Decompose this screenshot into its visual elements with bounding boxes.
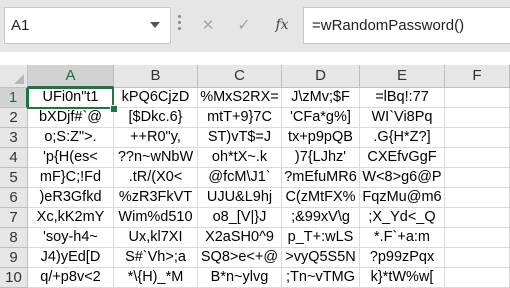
cell-d5[interactable]: ?mEfuMR6: [282, 168, 360, 188]
cell-d9[interactable]: >vyQ5S5N: [282, 248, 360, 268]
column-header-c[interactable]: C: [198, 65, 282, 88]
cell-c9[interactable]: SQ8>e<+@: [198, 248, 282, 268]
cell-c10[interactable]: B*n~ylvg: [198, 268, 282, 288]
cell-e10[interactable]: k}*tW%w[: [360, 268, 445, 288]
cell-e2[interactable]: WI`Vi8Pq: [360, 108, 445, 128]
formula-bar-grip-dot: [178, 15, 181, 18]
cell-b2[interactable]: [$Dkc.6}: [114, 108, 198, 128]
row-header-1[interactable]: 1: [0, 88, 28, 108]
cell-a2[interactable]: bXDjf#`@: [28, 108, 114, 128]
cell-a7[interactable]: Xc,kK2mY: [28, 208, 114, 228]
cell-a9[interactable]: J4)yEd[D: [28, 248, 114, 268]
cell-c8[interactable]: X2aSH0^9: [198, 228, 282, 248]
formula-bar-gap: [0, 52, 510, 65]
cell-e7[interactable]: ;X_Yd<_Q: [360, 208, 445, 228]
fx-label: fx: [275, 17, 289, 33]
enter-icon[interactable]: ✓: [230, 10, 258, 40]
cell-f2[interactable]: [445, 108, 510, 128]
cell-c4[interactable]: oh*tX~.k: [198, 148, 282, 168]
select-all-button[interactable]: [0, 65, 28, 88]
cell-f1[interactable]: [445, 88, 510, 108]
cell-d7[interactable]: ;&99xV\g: [282, 208, 360, 228]
cell-a6[interactable]: )eR3Gfkd: [28, 188, 114, 208]
cell-e8[interactable]: *.F`+a:m: [360, 228, 445, 248]
cancel-icon[interactable]: ✕: [194, 10, 222, 40]
cell-c1[interactable]: %MxS2RX=: [198, 88, 282, 108]
cell-c6[interactable]: UJU&L9hj: [198, 188, 282, 208]
cancel-glyph: ✕: [201, 17, 215, 34]
cell-a8[interactable]: 'soy-h4~: [28, 228, 114, 248]
cell-d3[interactable]: tx+p9pQB: [282, 128, 360, 148]
cell-c3[interactable]: ST)vT$=J: [198, 128, 282, 148]
cell-b4[interactable]: ??n~wNbW: [114, 148, 198, 168]
cell-a5[interactable]: mF}C;!Fd: [28, 168, 114, 188]
cell-b9[interactable]: S#`Vh>;a: [114, 248, 198, 268]
cell-b5[interactable]: .tR/(X0<: [114, 168, 198, 188]
formula-text: =wRandomPassword(): [312, 17, 465, 34]
cell-a1[interactable]: UFi0n"t1: [28, 88, 114, 108]
cell-f10[interactable]: [445, 268, 510, 288]
cell-f7[interactable]: [445, 208, 510, 228]
formula-input[interactable]: =wRandomPassword(): [303, 7, 510, 44]
cell-d1[interactable]: J\zMv;$F: [282, 88, 360, 108]
cell-d2[interactable]: 'CFa*g%]: [282, 108, 360, 128]
name-box[interactable]: A1: [4, 7, 171, 44]
cell-b8[interactable]: Ux,kl7XI: [114, 228, 198, 248]
cell-f6[interactable]: [445, 188, 510, 208]
cell-e9[interactable]: ?p99zPqx: [360, 248, 445, 268]
cell-e5[interactable]: W<8>g6@P: [360, 168, 445, 188]
name-box-dropdown-icon[interactable]: [150, 22, 160, 28]
row-header-7[interactable]: 7: [0, 208, 28, 228]
row-header-3[interactable]: 3: [0, 128, 28, 148]
enter-glyph: ✓: [237, 17, 251, 34]
insert-function-icon[interactable]: fx: [268, 10, 296, 40]
cell-b1[interactable]: kPQ6CjzD: [114, 88, 198, 108]
row-header-10[interactable]: 10: [0, 268, 28, 288]
name-box-value: A1: [11, 17, 30, 34]
cell-b3[interactable]: ++R0"y,: [114, 128, 198, 148]
cell-e1[interactable]: =lBq!:77: [360, 88, 445, 108]
cell-b7[interactable]: Wim%d510: [114, 208, 198, 228]
cell-c7[interactable]: o8_[V|}J: [198, 208, 282, 228]
cell-a3[interactable]: o;S:Z">.: [28, 128, 114, 148]
row-header-4[interactable]: 4: [0, 148, 28, 168]
cell-f4[interactable]: [445, 148, 510, 168]
cell-c2[interactable]: mtT+9}7C: [198, 108, 282, 128]
column-header-e[interactable]: E: [360, 65, 445, 88]
cell-e3[interactable]: .G{H*Z?]: [360, 128, 445, 148]
row-header-2[interactable]: 2: [0, 108, 28, 128]
select-all-icon: [14, 74, 24, 84]
row-header-9[interactable]: 9: [0, 248, 28, 268]
cell-f8[interactable]: [445, 228, 510, 248]
cell-d4[interactable]: )7{LJhz': [282, 148, 360, 168]
cell-f3[interactable]: [445, 128, 510, 148]
column-header-f[interactable]: F: [445, 65, 510, 88]
cell-e4[interactable]: CXEfvGgF: [360, 148, 445, 168]
cell-c5[interactable]: @fcM\J1`: [198, 168, 282, 188]
column-header-a[interactable]: A: [28, 65, 114, 88]
cell-b6[interactable]: %zR3FkVT: [114, 188, 198, 208]
cell-d6[interactable]: C(zMtFX%: [282, 188, 360, 208]
formula-bar-grip-dot: [178, 27, 181, 30]
cell-e6[interactable]: FqzMu@m6: [360, 188, 445, 208]
formula-bar-grip-dot: [178, 21, 181, 24]
cell-a10[interactable]: q/+p8v<2: [28, 268, 114, 288]
cell-b10[interactable]: *\{H)_*M: [114, 268, 198, 288]
row-header-6[interactable]: 6: [0, 188, 28, 208]
fill-handle[interactable]: [110, 105, 118, 113]
cell-f9[interactable]: [445, 248, 510, 268]
cell-a4[interactable]: 'p{H(es<: [28, 148, 114, 168]
column-header-b[interactable]: B: [114, 65, 198, 88]
row-header-5[interactable]: 5: [0, 168, 28, 188]
cell-d8[interactable]: p_T+:wLS: [282, 228, 360, 248]
column-header-d[interactable]: D: [282, 65, 360, 88]
cell-d10[interactable]: ;Tn~vTMG: [282, 268, 360, 288]
spreadsheet-grid: A B C D E F 1 UFi0n"t1 kPQ6CjzD %MxS2RX= J\zMv;$F =…: [0, 65, 510, 288]
row-header-8[interactable]: 8: [0, 228, 28, 248]
formula-bar: A1 ✕ ✓ fx =wRandomPassword(): [0, 0, 510, 52]
cell-f5[interactable]: [445, 168, 510, 188]
